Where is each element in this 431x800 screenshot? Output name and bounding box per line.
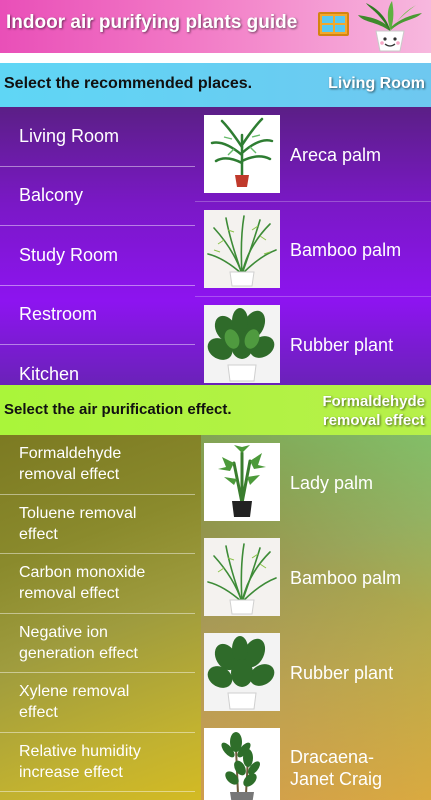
place-label: Living Room — [19, 125, 120, 146]
place-item-restroom[interactable]: Restroom — [0, 286, 195, 345]
selected-effect-line1: Formaldehyde — [322, 393, 425, 410]
effect-item-toluene[interactable]: Toluene removal effect — [0, 495, 195, 554]
places-panel: Living Room Balcony Study Room Restroom … — [0, 107, 431, 385]
selected-effect-line2: removal effect — [322, 412, 425, 429]
selected-place: Living Room — [328, 75, 425, 92]
places-header-bar: Select the recommended places. Living Ro… — [0, 63, 431, 107]
rubber-plant-image — [204, 305, 280, 383]
plant-item-rubber-plant-2[interactable]: Rubber plant — [195, 625, 431, 720]
lady-palm-image — [204, 443, 280, 521]
place-item-kitchen[interactable]: Kitchen — [0, 345, 195, 385]
effects-prompt: Select the air purification effect. — [4, 401, 232, 418]
plant-name: Rubber plant — [290, 625, 393, 720]
plant-name: Bamboo palm — [290, 530, 401, 625]
plant-name-line1: Bamboo palm — [290, 567, 402, 588]
plant-name-line1: Dracaena- — [290, 746, 375, 767]
place-label: Study Room — [19, 244, 119, 265]
effects-panel: Formaldehyde removal effect Toluene remov… — [0, 435, 431, 800]
effect-item-negative-ion[interactable]: Negative ion generation effect — [0, 614, 195, 673]
potted-plant-logo — [358, 1, 422, 52]
place-item-living-room[interactable]: Living Room — [0, 107, 195, 167]
place-item-study-room[interactable]: Study Room — [0, 226, 195, 286]
rubber-plant-image — [204, 633, 280, 711]
window-icon[interactable] — [318, 12, 349, 36]
effect-label-line2: generation effect — [19, 644, 138, 662]
effect-label-line1: Formaldehyde — [19, 445, 122, 463]
plant-name-line1: Rubber plant — [290, 662, 394, 683]
effect-label-line1: Xylene removal — [19, 683, 130, 701]
plant-name: Lady palm — [290, 435, 373, 530]
app-title: Indoor air purifying plants guide — [6, 12, 298, 33]
plant-item-bamboo-palm[interactable]: Bamboo palm — [195, 202, 431, 297]
effect-label-line1: Relative humidity — [19, 742, 141, 760]
effect-label-line2: increase effect — [19, 763, 123, 781]
effect-plants-list: Lady palm Bamboo palm Rubber plant Draca… — [195, 435, 431, 800]
places-list: Living Room Balcony Study Room Restroom … — [0, 107, 195, 385]
plant-name: Dracaena- Janet Craig — [290, 720, 382, 800]
bamboo-palm-image — [204, 538, 280, 616]
place-label: Kitchen — [19, 363, 80, 384]
effect-item-carbon-monoxide[interactable]: Carbon monoxide removal effect — [0, 554, 195, 614]
areca-palm-image — [204, 115, 280, 193]
selected-effect: Formaldehyde removal effect — [322, 392, 425, 430]
effect-label-line2: removal effect — [19, 466, 120, 484]
effect-label-line1: Negative ion — [19, 623, 108, 641]
effect-label-line1: Carbon monoxide — [19, 564, 146, 582]
effects-list: Formaldehyde removal effect Toluene remov… — [0, 435, 195, 792]
place-label: Balcony — [19, 185, 84, 206]
dracaena-image — [204, 728, 280, 800]
places-prompt: Select the recommended places. — [4, 75, 253, 92]
plant-item-dracaena-janet-craig[interactable]: Dracaena- Janet Craig — [195, 720, 431, 800]
plant-name-line2: Janet Craig — [290, 768, 383, 789]
plant-name: Areca palm — [290, 144, 382, 165]
effect-item-humidity[interactable]: Relative humidity increase effect — [0, 733, 195, 792]
plant-name: Bamboo palm — [290, 239, 402, 260]
effect-label-line2: removal effect — [19, 585, 120, 603]
effect-label-line2: effect — [19, 525, 58, 543]
effect-item-formaldehyde[interactable]: Formaldehyde removal effect — [0, 435, 195, 495]
recommended-plants-list: Areca palm Bamboo palm Rubber plant — [195, 107, 431, 385]
app-header: Indoor air purifying plants guide — [0, 0, 431, 53]
header-gap — [0, 53, 431, 63]
plant-item-rubber-plant[interactable]: Rubber plant — [195, 297, 431, 385]
place-item-balcony[interactable]: Balcony — [0, 167, 195, 226]
plant-item-lady-palm[interactable]: Lady palm — [195, 435, 431, 530]
bamboo-palm-image — [204, 210, 280, 288]
plant-item-areca-palm[interactable]: Areca palm — [195, 107, 431, 202]
effects-header-bar: Select the air purification effect. Form… — [0, 385, 431, 435]
plant-item-bamboo-palm-2[interactable]: Bamboo palm — [195, 530, 431, 625]
place-label: Restroom — [19, 304, 98, 325]
effect-label-line1: Toluene removal — [19, 504, 137, 522]
plant-name: Rubber plant — [290, 334, 394, 355]
plant-name-line1: Lady palm — [290, 472, 374, 493]
effect-item-xylene[interactable]: Xylene removal effect — [0, 673, 195, 733]
effect-label-line2: effect — [19, 704, 58, 722]
